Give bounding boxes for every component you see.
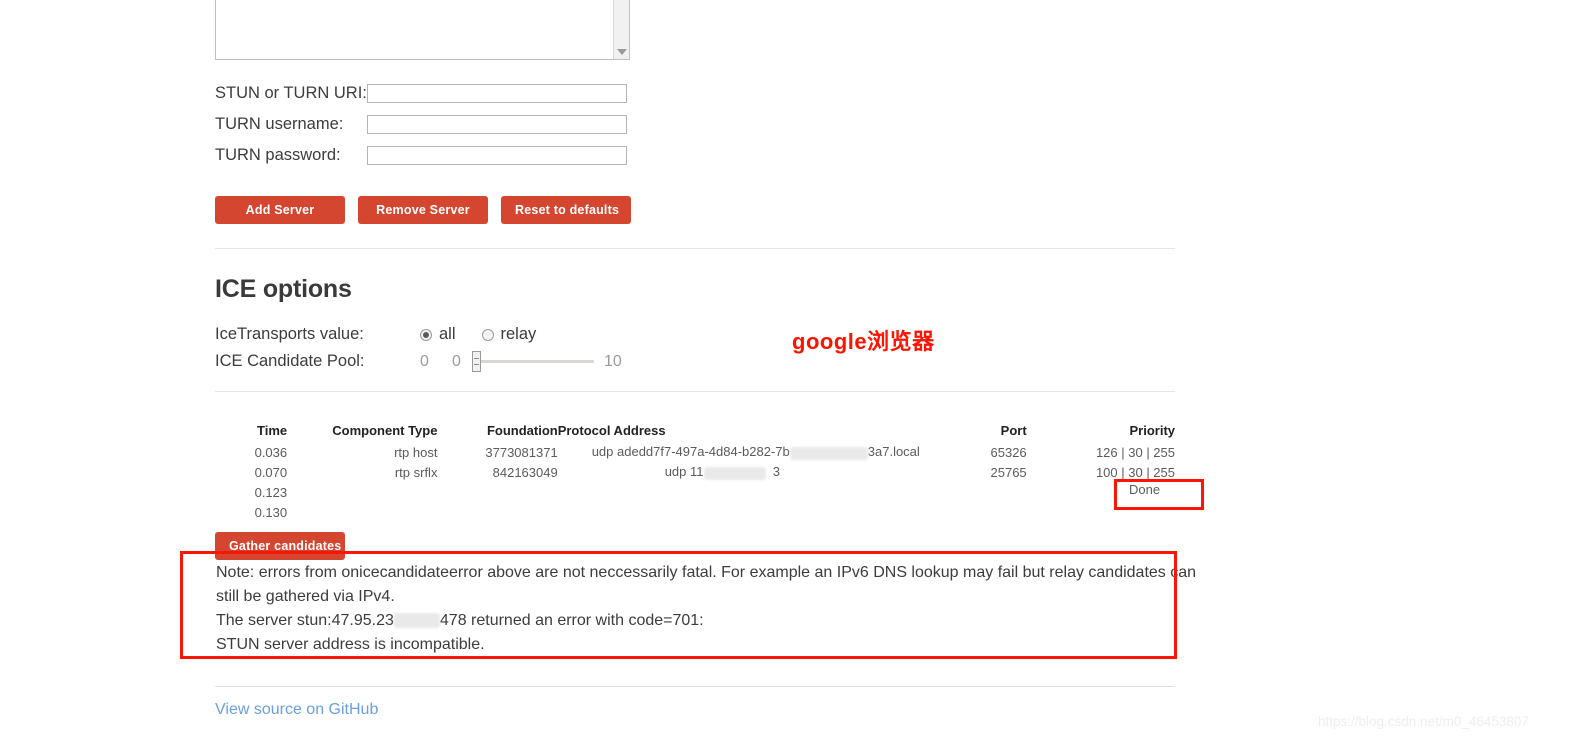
redaction-blob	[789, 446, 868, 460]
gather-status-text: Done	[1129, 482, 1161, 497]
remove-server-button[interactable]: Remove Server	[358, 196, 488, 224]
stun-turn-uri-row: STUN or TURN URI:	[215, 82, 627, 104]
view-source-on-github-link[interactable]: View source on GitHub	[215, 701, 378, 719]
note-line-2: still be gathered via IPv4.	[216, 588, 395, 605]
radio-all-label: all	[439, 325, 456, 343]
cell-time: 0.123	[254, 484, 288, 500]
cell-foundation	[437, 482, 557, 502]
redaction-blob	[703, 466, 766, 480]
protocol-prefix: udp 11	[664, 464, 704, 480]
cell-component	[287, 482, 437, 502]
cell-port	[876, 482, 1026, 502]
ice-transports-row: IceTransports value: all relay	[215, 325, 562, 344]
turn-password-input[interactable]	[367, 145, 627, 165]
table-row: 0.070 rtp srflx 842163049 udp 11 3 25765…	[215, 462, 1175, 482]
error-note-block: Note: errors from onicecandidateerror ab…	[216, 561, 1197, 657]
chevron-down-icon[interactable]	[616, 49, 627, 55]
cell-component: rtp host	[394, 444, 438, 460]
ice-candidate-pool-label: ICE Candidate Pool:	[215, 352, 365, 370]
radio-relay-icon[interactable]	[481, 328, 494, 341]
header-time: Time	[257, 423, 288, 438]
ice-candidates-table: Time Component Type Foundation Protocol …	[215, 423, 1175, 522]
cell-time: 0.070	[254, 464, 288, 480]
cell-priority: 126 | 30 | 255	[1095, 444, 1175, 460]
cell-protocol-address	[558, 482, 877, 502]
ice-candidate-pool-min: 0	[452, 352, 461, 370]
textarea-scrollbar[interactable]	[613, 0, 629, 59]
note-line-3: The server stun:47.95.23 478 returned an …	[216, 609, 1171, 633]
ice-options-heading: ICE options	[215, 275, 352, 303]
header-priority: Priority	[1129, 423, 1175, 438]
cell-port	[876, 502, 1026, 522]
header-protocol-address: Protocol Address	[557, 423, 666, 438]
turn-username-input[interactable]	[367, 114, 627, 134]
cell-priority: 100 | 30 | 255	[1095, 464, 1175, 480]
note-line-3-prefix: The server stun:47.95.23	[216, 612, 394, 629]
cell-protocol-address: udp adedd7f7-497a-4d84-b282-7b 3a7.local	[558, 442, 920, 462]
ice-transports-label: IceTransports value:	[215, 325, 364, 343]
ice-candidate-pool-row: ICE Candidate Pool: 0 0 10	[215, 351, 622, 372]
redaction-blob	[393, 613, 440, 629]
table-header-row: Time Component Type Foundation Protocol …	[215, 423, 1175, 442]
table-row: 0.036 rtp host 3773081371 udp adedd7f7-4…	[215, 442, 1175, 462]
turn-password-label: TURN password:	[215, 145, 341, 164]
section-divider-bottom	[215, 686, 1175, 687]
header-port: Port	[1000, 423, 1027, 438]
annotation-google-browser-label: google浏览器	[792, 329, 935, 354]
slider-thumb[interactable]	[472, 351, 481, 372]
add-server-button[interactable]: Add Server	[215, 196, 345, 224]
note-line-4: STUN server address is incompatible.	[216, 636, 485, 653]
cell-foundation: 842163049	[492, 464, 558, 480]
protocol-suffix: 3a7.local	[867, 444, 920, 460]
turn-password-row: TURN password:	[215, 144, 627, 166]
stun-turn-uri-label: STUN or TURN URI:	[215, 83, 367, 102]
cell-foundation: 3773081371	[485, 444, 558, 460]
cell-time: 0.130	[254, 504, 288, 520]
gather-candidates-button[interactable]: Gather candidates	[215, 532, 345, 560]
header-foundation: Foundation	[486, 423, 558, 438]
cell-port: 25765	[990, 464, 1027, 480]
radio-all-icon[interactable]	[420, 328, 432, 341]
cell-component: rtp srflx	[394, 464, 438, 480]
ice-servers-textarea[interactable]	[215, 0, 630, 60]
header-component: Component Type	[332, 423, 438, 438]
ice-candidate-pool-value: 0	[420, 352, 429, 370]
radio-option-relay[interactable]: relay	[481, 325, 537, 344]
ice-candidate-pool-slider[interactable]	[472, 351, 594, 372]
protocol-suffix: 3	[765, 464, 780, 480]
cell-priority	[1027, 502, 1175, 522]
cell-protocol-address: udp 11 3	[558, 462, 877, 482]
note-line-3-suffix: 478 returned an error with code=701:	[439, 612, 704, 629]
radio-option-all[interactable]: all	[420, 325, 456, 344]
csdn-watermark: https://blog.csdn.net/m0_46453807	[1318, 714, 1529, 729]
table-row: 0.123	[215, 482, 1175, 502]
section-divider-top	[215, 248, 1175, 249]
table-row: 0.130	[215, 502, 1175, 522]
turn-username-row: TURN username:	[215, 113, 627, 135]
ice-candidate-pool-max: 10	[604, 352, 622, 370]
turn-username-label: TURN username:	[215, 114, 344, 133]
cell-protocol-address	[558, 502, 877, 522]
note-line-1: Note: errors from onicecandidateerror ab…	[216, 564, 1197, 581]
stun-turn-uri-input[interactable]	[367, 83, 627, 103]
protocol-prefix: udp adedd7f7-497a-4d84-b282-7b	[591, 444, 790, 460]
cell-time: 0.036	[254, 444, 288, 460]
section-divider-middle	[215, 391, 1175, 392]
cell-component	[287, 502, 437, 522]
cell-foundation	[437, 502, 557, 522]
radio-relay-label: relay	[500, 325, 537, 343]
reset-defaults-button[interactable]: Reset to defaults	[501, 196, 631, 224]
